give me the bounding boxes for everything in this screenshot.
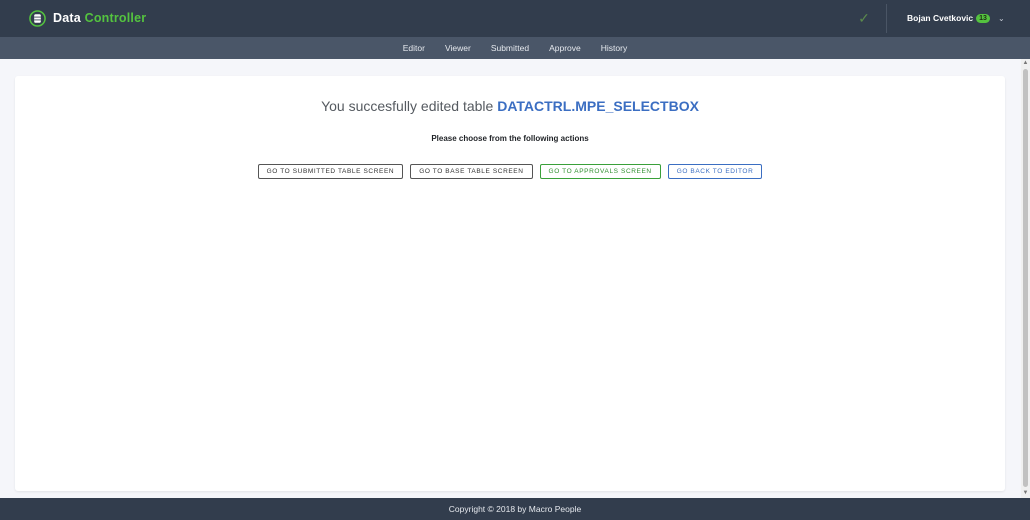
- action-buttons: GO TO SUBMITTED TABLE SCREEN GO TO BASE …: [15, 164, 1005, 179]
- scroll-thumb[interactable]: [1023, 69, 1028, 487]
- scroll-down-icon[interactable]: ▼: [1021, 489, 1030, 498]
- nav-editor[interactable]: Editor: [403, 43, 425, 53]
- user-name: Bojan Cvetkovic: [907, 13, 974, 23]
- chevron-down-icon: ⌄: [997, 13, 1005, 23]
- app-title: Data Controller: [53, 11, 146, 25]
- user-menu[interactable]: Bojan Cvetkovic 13 ⌄: [907, 10, 1005, 26]
- header-divider: [886, 4, 887, 33]
- user-badge: 13: [976, 13, 990, 23]
- copyright-text: Copyright © 2018 by Macro People: [448, 504, 582, 514]
- app-title-word1: Data: [53, 11, 81, 25]
- go-to-approvals-button[interactable]: GO TO APPROVALS SCREEN: [539, 164, 661, 179]
- database-icon: [29, 9, 46, 27]
- actions-subheading: Please choose from the following actions: [431, 134, 589, 143]
- nav-submitted[interactable]: Submitted: [491, 43, 529, 53]
- nav-approve[interactable]: Approve: [549, 43, 581, 53]
- vertical-scrollbar[interactable]: ▲ ▼: [1021, 59, 1030, 498]
- check-icon[interactable]: ✓: [855, 10, 873, 26]
- top-header: Data Controller ✓ Bojan Cvetkovic 13 ⌄: [0, 0, 1030, 37]
- page-title: You succesfully edited table DATACTRL.MP…: [15, 98, 1005, 114]
- go-back-to-editor-button[interactable]: GO BACK TO EDITOR: [667, 164, 763, 179]
- main-nav: Editor Viewer Submitted Approve History: [0, 37, 1030, 59]
- content-card: You succesfully edited table DATACTRL.MP…: [15, 76, 1005, 491]
- app-title-word2: Controller: [84, 11, 147, 25]
- go-to-base-table-button[interactable]: GO TO BASE TABLE SCREEN: [410, 164, 533, 179]
- nav-history[interactable]: History: [601, 43, 627, 53]
- scroll-up-icon[interactable]: ▲: [1021, 59, 1030, 68]
- nav-viewer[interactable]: Viewer: [445, 43, 471, 53]
- app-logo[interactable]: Data Controller: [29, 9, 146, 27]
- page-footer: Copyright © 2018 by Macro People: [0, 498, 1030, 520]
- table-name: DATACTRL.MPE_SELECTBOX: [497, 98, 699, 114]
- headline-text: You succesfully edited table: [321, 98, 494, 114]
- go-to-submitted-button[interactable]: GO TO SUBMITTED TABLE SCREEN: [257, 164, 404, 179]
